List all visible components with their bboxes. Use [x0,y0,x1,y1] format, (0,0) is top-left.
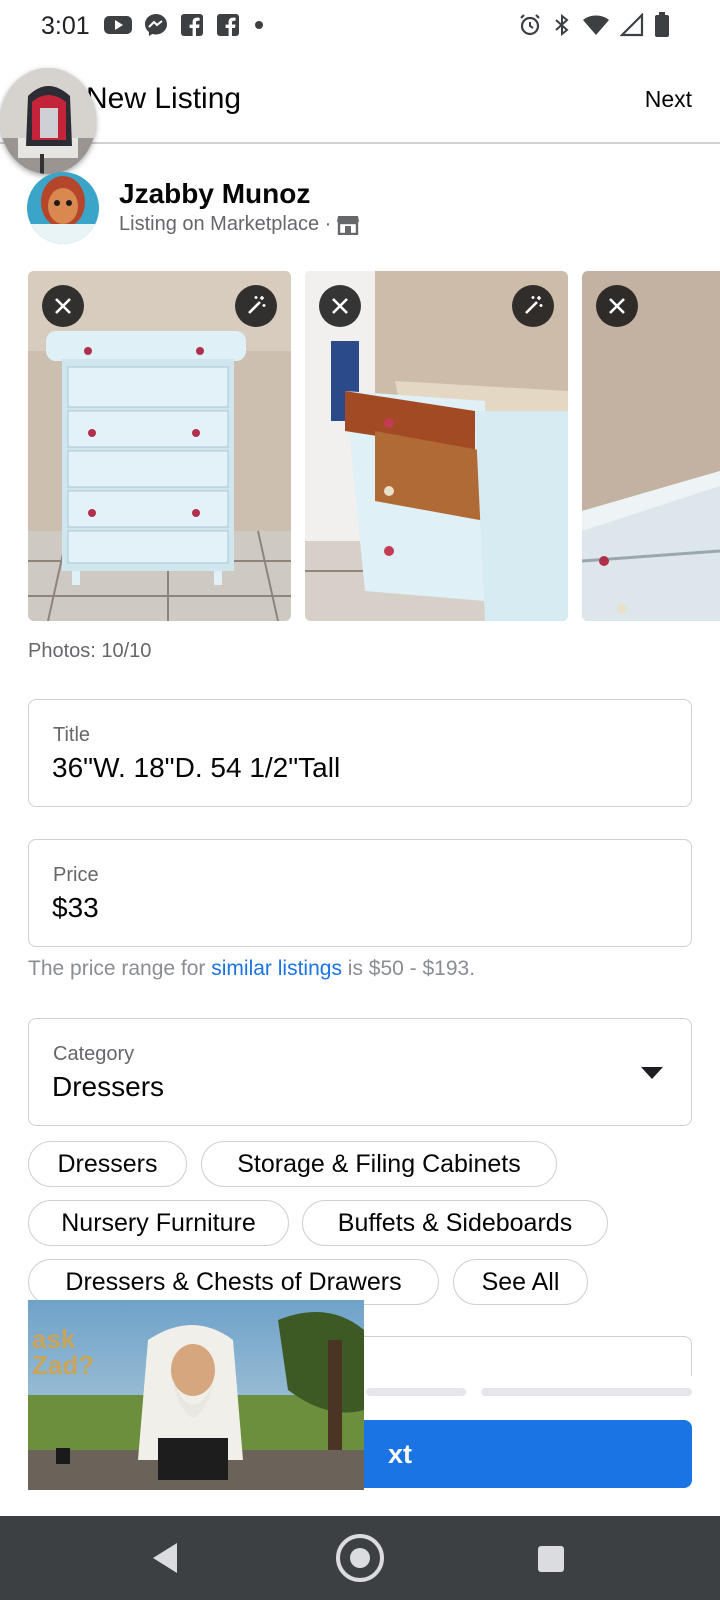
category-chip-nursery-furniture[interactable]: Nursery Furniture [28,1200,289,1246]
messenger-icon [145,14,167,36]
edit-photo-button[interactable] [235,285,277,327]
listing-photo-2[interactable] [305,271,568,621]
dot-icon [255,21,263,29]
close-icon [332,298,348,314]
category-chip-buffets-sideboards[interactable]: Buffets & Sideboards [302,1200,608,1246]
magic-wand-icon [525,296,543,314]
signal-icon [620,13,644,37]
listing-location-label: Listing on Marketplace · [119,213,332,235]
close-icon [609,298,625,314]
listing-photo-1[interactable] [28,271,291,621]
category-value: Dressers [52,1071,165,1102]
category-label: Category [53,1043,135,1065]
home-dot [350,1548,370,1568]
next-button-label: xt [387,1438,412,1469]
facebook-icon [181,14,203,36]
status-time: 3:01 [41,12,90,40]
remove-photo-button[interactable] [42,285,84,327]
wifi-icon [583,15,609,35]
remove-photo-button[interactable] [596,285,638,327]
progress-segment [366,1388,466,1396]
page-title: New Listing [86,82,242,115]
header-next-button[interactable]: Next [645,86,692,113]
price-label: Price [53,864,99,886]
alarm-icon [520,14,540,36]
price-value[interactable]: $33 [52,892,99,924]
title-label: Title [53,724,91,746]
category-dropdown[interactable]: Category Dressers [28,1018,692,1126]
system-icons [518,12,670,38]
price-hint-prefix: The price range for [28,957,212,980]
status-bar: 3:01 [0,0,720,56]
price-field[interactable]: Price $33 [28,839,692,947]
category-chip-storage-filing-cabinets[interactable]: Storage & Filing Cabinets [201,1141,557,1187]
price-hint-suffix: is $50 - $193. [341,957,476,980]
listing-location: Listing on Marketplace · [119,213,360,236]
title-value[interactable]: 36"W. 18"D. 54 1/2"Tall [52,752,340,784]
svg-text:Zad?: Zad? [32,1350,94,1380]
back-icon[interactable] [153,1543,177,1573]
marketplace-icon [337,215,360,235]
photos-count: Photos: 10/10 [28,640,152,662]
similar-listings-link[interactable]: similar listings [211,957,342,980]
user-name: Jzabby Munoz [119,178,311,209]
recent-apps-icon[interactable] [538,1546,564,1572]
category-chip-see-all[interactable]: See All [453,1259,588,1305]
system-nav-bar [0,1516,720,1600]
bluetooth-icon [555,13,569,37]
app-header: New Listing Next [0,56,720,144]
avatar[interactable] [27,172,99,244]
caret-down-icon [641,1067,663,1079]
youtube-icon [104,16,132,34]
facebook-icon [217,14,239,36]
title-field[interactable]: Title 36"W. 18"D. 54 1/2"Tall [28,699,692,807]
edit-photo-button[interactable] [512,285,554,327]
magic-wand-icon [248,296,266,314]
home-icon[interactable] [336,1534,384,1582]
category-chip-dressers[interactable]: Dressers [28,1141,187,1187]
notification-icons [104,13,266,37]
progress-segment [481,1388,692,1396]
price-hint: The price range for similar listings is … [28,957,475,981]
close-icon [55,298,71,314]
listing-photo-3[interactable] [582,271,720,621]
video-pip-overlay[interactable]: ask Zad? [28,1300,364,1490]
battery-icon [655,12,669,37]
category-chip-dressers-chests-of-drawers[interactable]: Dressers & Chests of Drawers [28,1259,439,1305]
remove-photo-button[interactable] [319,285,361,327]
chat-head-bubble[interactable] [0,68,96,174]
